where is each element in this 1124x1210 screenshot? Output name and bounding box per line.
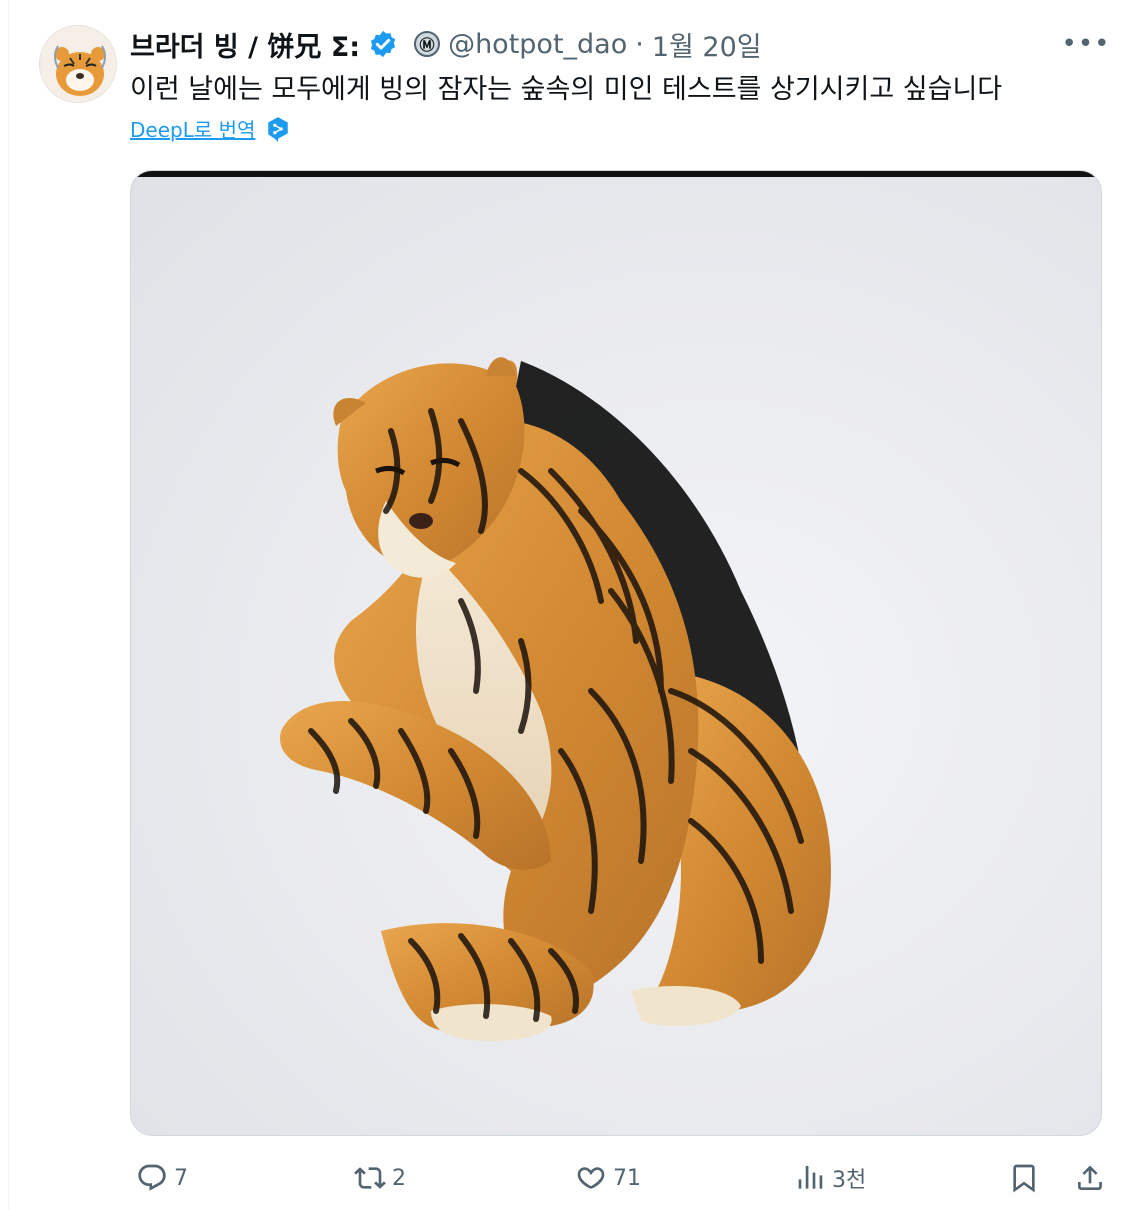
avatar-tiger-icon (40, 26, 116, 102)
bookmark-icon (1013, 1164, 1035, 1193)
verified-badge-icon[interactable] (368, 29, 398, 59)
sitting-tiger-image (280, 357, 831, 1041)
more-icon[interactable]: ••• (1062, 26, 1110, 62)
deepl-icon (265, 116, 291, 142)
tweet-date[interactable]: 1월 20일 (652, 25, 762, 64)
translate-row: DeepL로 번역 (130, 114, 291, 143)
like-button[interactable]: 71 (575, 1158, 641, 1198)
display-name[interactable]: 브라더 빙 / 饼兄 Σ: (130, 25, 360, 64)
reply-count: 7 (174, 1165, 188, 1191)
views-icon (798, 1166, 823, 1189)
separator-dot: · (635, 28, 644, 60)
reply-button[interactable]: 7 (136, 1158, 188, 1198)
bookmark-button[interactable] (1008, 1158, 1040, 1198)
repost-count: 2 (392, 1165, 406, 1191)
reply-icon (138, 1164, 166, 1191)
avatar[interactable] (39, 25, 117, 103)
like-icon (577, 1167, 605, 1189)
translate-link[interactable]: DeepL로 번역 (130, 114, 255, 143)
tweet-media-image[interactable] (130, 170, 1102, 1136)
share-button[interactable] (1074, 1158, 1106, 1198)
repost-icon (354, 1167, 386, 1189)
like-count: 71 (613, 1165, 641, 1191)
action-bar: 7 2 71 3천 (130, 1150, 1110, 1206)
tweet-header: 브라더 빙 / 饼兄 Σ: Ⓜ @hotpot_dao · 1월 20일 (130, 24, 762, 64)
affiliate-badge-icon[interactable]: Ⓜ (414, 31, 441, 57)
views-button[interactable]: 3천 (794, 1158, 866, 1198)
repost-button[interactable]: 2 (354, 1158, 406, 1198)
tweet[interactable]: 브라더 빙 / 饼兄 Σ: Ⓜ @hotpot_dao · 1월 20일 •••… (8, 0, 1124, 1210)
views-count: 3천 (832, 1168, 867, 1193)
tweet-text: 이런 날에는 모두에게 빙의 잠자는 숲속의 미인 테스트를 상기시키고 싶습니… (130, 74, 1003, 105)
user-handle[interactable]: @hotpot_dao (448, 29, 627, 60)
share-icon (1078, 1165, 1102, 1190)
